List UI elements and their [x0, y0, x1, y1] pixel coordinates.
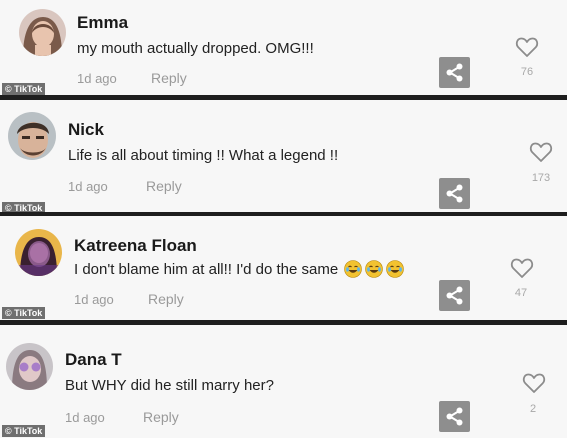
- reply-button[interactable]: Reply: [143, 409, 179, 425]
- share-icon[interactable]: [439, 280, 470, 311]
- emoji-group: [344, 260, 405, 278]
- heart-outline-icon[interactable]: [515, 36, 539, 58]
- tiktok-watermark: © TikTok: [2, 425, 46, 437]
- comment-text: my mouth actually dropped. OMG!!!: [77, 40, 314, 57]
- like-count: 76: [520, 66, 534, 78]
- comments-screenshot: Emma my mouth actually dropped. OMG!!! 1…: [0, 0, 567, 438]
- laughing-crying-emoji: [344, 260, 363, 278]
- comment-text-body: I don't blame him at all!! I'd do the sa…: [74, 261, 339, 278]
- share-icon[interactable]: [439, 178, 470, 209]
- laughing-crying-emoji: [365, 260, 384, 278]
- heart-outline-icon[interactable]: [510, 257, 534, 279]
- heart-outline-icon[interactable]: [529, 141, 553, 163]
- like-count: 47: [514, 287, 528, 299]
- share-icon[interactable]: [439, 401, 470, 432]
- like-count: 173: [531, 172, 551, 184]
- reply-button[interactable]: Reply: [146, 178, 182, 194]
- laughing-crying-emoji: [386, 260, 405, 278]
- comment-timestamp: 1d ago: [77, 71, 117, 86]
- comment-text: I don't blame him at all!! I'd do the sa…: [74, 260, 405, 279]
- username[interactable]: Katreena Floan: [74, 236, 197, 256]
- reply-button[interactable]: Reply: [148, 291, 184, 307]
- like-count: 2: [529, 403, 537, 415]
- reply-button[interactable]: Reply: [151, 70, 187, 86]
- avatar-nick[interactable]: [8, 112, 56, 160]
- comment-timestamp: 1d ago: [65, 410, 105, 425]
- username[interactable]: Emma: [77, 13, 128, 33]
- username[interactable]: Dana T: [65, 350, 122, 370]
- comment-text: But WHY did he still marry her?: [65, 377, 274, 394]
- share-icon[interactable]: [439, 57, 470, 88]
- comment-timestamp: 1d ago: [74, 292, 114, 307]
- heart-outline-icon[interactable]: [522, 372, 546, 394]
- tiktok-watermark: © TikTok: [2, 83, 46, 95]
- comment-text: Life is all about timing !! What a legen…: [68, 147, 339, 164]
- avatar-emma[interactable]: [19, 9, 66, 56]
- username[interactable]: Nick: [68, 120, 104, 140]
- avatar-dana[interactable]: [6, 343, 53, 390]
- avatar-katreena[interactable]: [15, 229, 62, 276]
- comment-timestamp: 1d ago: [68, 179, 108, 194]
- tiktok-watermark: © TikTok: [2, 307, 46, 319]
